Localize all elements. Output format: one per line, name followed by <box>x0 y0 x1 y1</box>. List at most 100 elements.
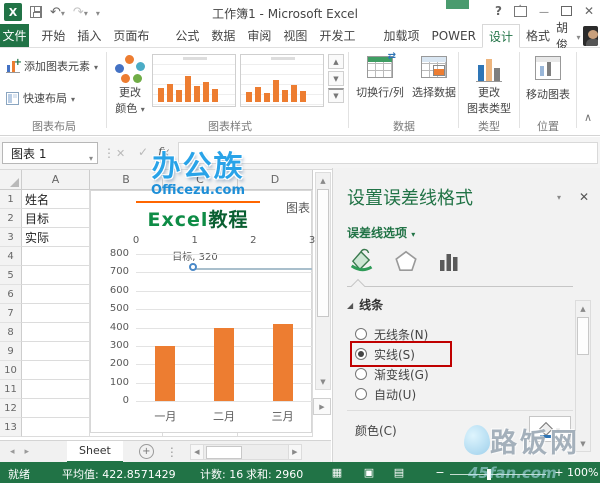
tab-页面布[interactable]: 页面布 <box>107 24 155 47</box>
change-chart-type-button[interactable]: 更改 图表类型 <box>462 56 516 116</box>
column-header-C[interactable]: C <box>163 170 238 190</box>
page-layout-view-icon[interactable] <box>362 466 376 479</box>
zoom-slider-handle[interactable] <box>487 469 491 480</box>
row-header-2[interactable]: 2 <box>0 209 22 228</box>
radio-自动(U)[interactable]: 自动(U) <box>353 384 449 404</box>
line-section-header[interactable]: 线条 <box>347 296 383 313</box>
save-icon[interactable] <box>30 6 42 18</box>
add-chart-element-button[interactable]: + 添加图表元素 <box>6 57 98 74</box>
row-header-4[interactable]: 4 <box>0 247 22 266</box>
column-header-B[interactable]: B <box>90 170 163 190</box>
vertical-scroll-thumb[interactable] <box>317 189 372 317</box>
select-data-button[interactable]: 选择数据 <box>410 56 458 100</box>
effects-icon[interactable] <box>393 248 419 274</box>
name-box[interactable]: 图表 1 <box>2 142 98 164</box>
horizontal-scrollbar[interactable] <box>189 443 302 460</box>
tab-公式[interactable]: 公式 <box>169 24 205 47</box>
zoom-slider-track[interactable] <box>450 474 546 475</box>
chart-style-thumbnail-1[interactable] <box>152 54 236 107</box>
row-header-12[interactable]: 12 <box>0 399 22 418</box>
quick-layout-button[interactable]: 快速布局 <box>6 90 75 106</box>
scroll-up-icon[interactable] <box>316 173 330 188</box>
cell-A6[interactable] <box>22 285 90 304</box>
pane-scroll-down-icon[interactable] <box>576 436 590 451</box>
tab-加载项[interactable]: 加载项 <box>377 24 425 47</box>
radio-渐变线(G)[interactable]: 渐变线(G) <box>353 364 449 384</box>
chart-title[interactable]: 图表 <box>286 199 310 216</box>
vertical-scrollbar[interactable] <box>315 172 372 390</box>
cell-A4[interactable] <box>22 247 90 266</box>
move-chart-button[interactable]: 移动图表 <box>522 56 574 102</box>
cell-A5[interactable] <box>22 266 90 285</box>
scroll-right-icon[interactable] <box>287 443 302 460</box>
target-line-marker[interactable] <box>189 263 197 271</box>
cell-A3[interactable]: 实际 <box>22 228 90 247</box>
column-header-D[interactable]: D <box>238 170 313 190</box>
cell-A10[interactable] <box>22 361 90 380</box>
select-all-corner[interactable] <box>0 170 22 190</box>
cell-A8[interactable] <box>22 323 90 342</box>
cell-A2[interactable]: 目标 <box>22 209 90 228</box>
zoom-out-icon[interactable] <box>433 466 447 479</box>
cell-A7[interactable] <box>22 304 90 323</box>
sheet-nav-arrows[interactable]: ◂▸ <box>10 447 39 457</box>
radio-circle-icon[interactable] <box>355 328 367 340</box>
style-gallery-up-button[interactable] <box>328 54 344 69</box>
tab-格式[interactable]: 格式 <box>520 24 556 47</box>
cell-A13[interactable] <box>22 418 90 437</box>
minimize-icon[interactable] <box>539 4 549 18</box>
tab-数据[interactable]: 数据 <box>205 24 241 47</box>
tab-审阅[interactable]: 审阅 <box>241 24 277 47</box>
scroll-left-icon[interactable] <box>189 443 204 460</box>
radio-实线(S)[interactable]: 实线(S) <box>350 341 452 367</box>
target-line-series[interactable] <box>195 268 312 270</box>
tab-设计[interactable]: 设计 <box>481 24 520 48</box>
cell-A12[interactable] <box>22 399 90 418</box>
avatar[interactable] <box>583 25 598 46</box>
close-icon[interactable] <box>584 4 594 18</box>
pane-close-icon[interactable] <box>579 190 589 204</box>
row-header-13[interactable]: 13 <box>0 418 22 437</box>
error-bar-options-icon[interactable] <box>437 250 461 274</box>
insert-function-icon[interactable]: fx <box>158 145 169 159</box>
change-colors-button[interactable]: 更改 颜色 <box>110 54 150 116</box>
switch-row-column-button[interactable]: ⇄ 切换行/列 <box>350 51 410 100</box>
row-header-10[interactable]: 10 <box>0 361 22 380</box>
name-box-caret-icon[interactable] <box>89 150 93 164</box>
cancel-icon[interactable] <box>116 146 125 160</box>
radio-circle-icon[interactable] <box>355 368 367 380</box>
bar-一月[interactable] <box>155 345 176 401</box>
zoom-level[interactable]: 100% <box>567 466 598 479</box>
fill-line-icon[interactable] <box>347 246 375 274</box>
column-header-A[interactable]: A <box>22 170 90 190</box>
horizontal-scroll-thumb[interactable] <box>205 445 242 459</box>
row-header-8[interactable]: 8 <box>0 323 22 342</box>
page-break-view-icon[interactable] <box>392 466 406 479</box>
new-sheet-button[interactable]: + <box>138 444 154 459</box>
pane-scrollbar[interactable] <box>575 300 591 452</box>
chart-object[interactable]: 图表 目标, 320 800 700 600 500 400 300 200 100 0 0 1 2 3… <box>90 190 315 433</box>
pane-resize-button[interactable] <box>313 398 331 415</box>
tab-file[interactable]: 文件 <box>0 24 30 47</box>
bar-三月[interactable] <box>272 323 293 401</box>
cell-A1[interactable]: 姓名 <box>22 190 90 209</box>
bar-二月[interactable] <box>214 327 234 401</box>
row-header-11[interactable]: 11 <box>0 380 22 399</box>
radio-无线条(N)[interactable]: 无线条(N) <box>353 324 449 344</box>
tab-开发工[interactable]: 开发工 <box>313 24 361 47</box>
cell-A11[interactable] <box>22 380 90 399</box>
formula-bar-splitter[interactable] <box>103 146 115 160</box>
color-picker-button[interactable] <box>529 416 571 442</box>
error-bar-options-dropdown[interactable]: 误差线选项 <box>347 224 415 241</box>
pane-scroll-thumb[interactable] <box>577 317 589 355</box>
row-header-5[interactable]: 5 <box>0 266 22 285</box>
pane-options-caret-icon[interactable] <box>557 192 561 203</box>
pane-scroll-up-icon[interactable] <box>576 301 590 316</box>
formula-input[interactable] <box>178 142 598 164</box>
redo-caret-icon[interactable] <box>84 5 88 19</box>
row-header-3[interactable]: 3 <box>0 228 22 247</box>
style-gallery-down-button[interactable] <box>328 71 344 86</box>
qat-customize-icon[interactable] <box>96 5 100 19</box>
help-icon[interactable] <box>495 4 502 18</box>
enter-icon[interactable] <box>138 145 148 159</box>
